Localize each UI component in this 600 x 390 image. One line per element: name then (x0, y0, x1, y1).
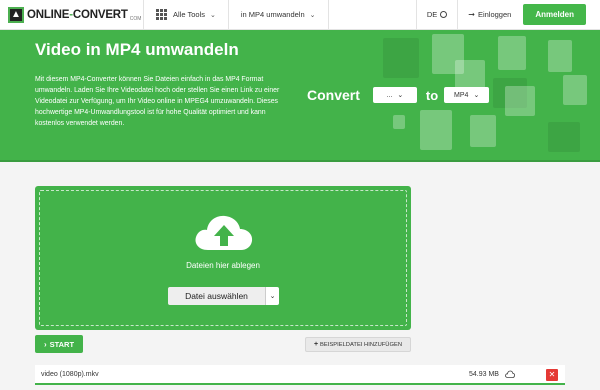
start-button[interactable]: › START (35, 335, 83, 353)
plus-icon: + (313, 341, 319, 348)
decorative-file-icon (548, 122, 580, 152)
chevron-down-icon: ⌄ (209, 11, 216, 19)
logo-icon: ▲ (8, 6, 24, 23)
chevron-down-icon: ⌄ (473, 92, 480, 99)
file-name: video (1080p).mkv (41, 370, 99, 378)
decorative-pdf-icon (505, 86, 535, 116)
convert-label: Convert (307, 87, 360, 103)
drop-hint: Dateien hier ablegen (186, 261, 260, 270)
target-format-value: MP4 (454, 91, 469, 99)
login-link[interactable]: ➞ Einloggen (458, 0, 521, 30)
cloud-settings-icon[interactable] (505, 370, 515, 378)
page-description: Mit diesem MP4-Converter können Sie Date… (35, 76, 280, 127)
decorative-file-icon (498, 36, 526, 70)
target-format-select[interactable]: MP4 ⌄ (444, 87, 490, 103)
decorative-file-icon (470, 115, 496, 147)
logo[interactable]: ▲ ONLINE-CONVERT COM (0, 0, 143, 30)
decorative-chart-icon (420, 110, 452, 150)
chevron-down-icon: ⌄ (269, 293, 276, 300)
all-tools-label: Alle Tools (173, 10, 205, 19)
hero-divider (0, 160, 600, 162)
delete-file-button[interactable]: ✕ (546, 369, 558, 381)
page-title: Video in MP4 umwandeln (35, 40, 239, 59)
all-tools-menu[interactable]: Alle Tools ⌄ (144, 0, 228, 30)
chevron-right-icon: › (43, 339, 47, 349)
upload-source-dropdown[interactable]: ⌄ (265, 287, 279, 305)
logo-text: ONLINE-CONVERT (27, 8, 128, 21)
top-navbar: ▲ ONLINE-CONVERT COM Alle Tools ⌄ in MP4… (0, 0, 600, 30)
file-list-item: video (1080p).mkv 54.93 MB ✕ (35, 365, 565, 385)
current-tool-label: in MP4 umwandeln (240, 10, 305, 19)
add-sample-file-button[interactable]: + BEISPIELDATEI HINZUFÜGEN (305, 337, 411, 352)
drop-zone-border (39, 190, 407, 326)
nav-divider (327, 0, 329, 30)
cloud-upload-icon (195, 215, 253, 250)
globe-icon (440, 11, 448, 18)
language-label: DE (426, 10, 438, 19)
logo-suffix: COM (129, 15, 142, 22)
choose-file-button-group: Datei auswählen ⌄ (168, 287, 279, 305)
login-label: Einloggen (477, 10, 512, 19)
file-drop-zone[interactable]: Dateien hier ablegen Datei auswählen ⌄ (35, 186, 411, 330)
decorative-chart-icon (548, 40, 572, 72)
login-icon: ➞ (468, 10, 475, 19)
source-format-value: ... (386, 91, 393, 99)
hero-banner: Video in MP4 umwandeln Mit diesem MP4-Co… (0, 30, 600, 160)
file-size: 54.93 MB (469, 370, 499, 378)
decorative-image-icon (563, 75, 587, 105)
source-format-select[interactable]: ... ⌄ (372, 87, 417, 103)
format-selector-row: Convert ... ⌄ to MP4 ⌄ (307, 87, 490, 103)
grid-icon (156, 9, 167, 20)
start-label: START (49, 339, 75, 349)
current-tool-menu[interactable]: in MP4 umwandeln ⌄ (229, 0, 328, 30)
decorative-doc-icon (393, 115, 405, 129)
chevron-down-icon: ⌄ (309, 11, 316, 19)
decorative-mail-icon (383, 38, 419, 78)
signup-button[interactable]: Anmelden (523, 4, 586, 25)
to-label: to (425, 87, 439, 103)
chevron-down-icon: ⌄ (397, 92, 404, 99)
sample-label: BEISPIELDATEI HINZUFÜGEN (320, 341, 403, 348)
close-icon: ✕ (548, 370, 556, 379)
language-selector[interactable]: DE (417, 0, 457, 30)
choose-file-button[interactable]: Datei auswählen (168, 287, 265, 305)
